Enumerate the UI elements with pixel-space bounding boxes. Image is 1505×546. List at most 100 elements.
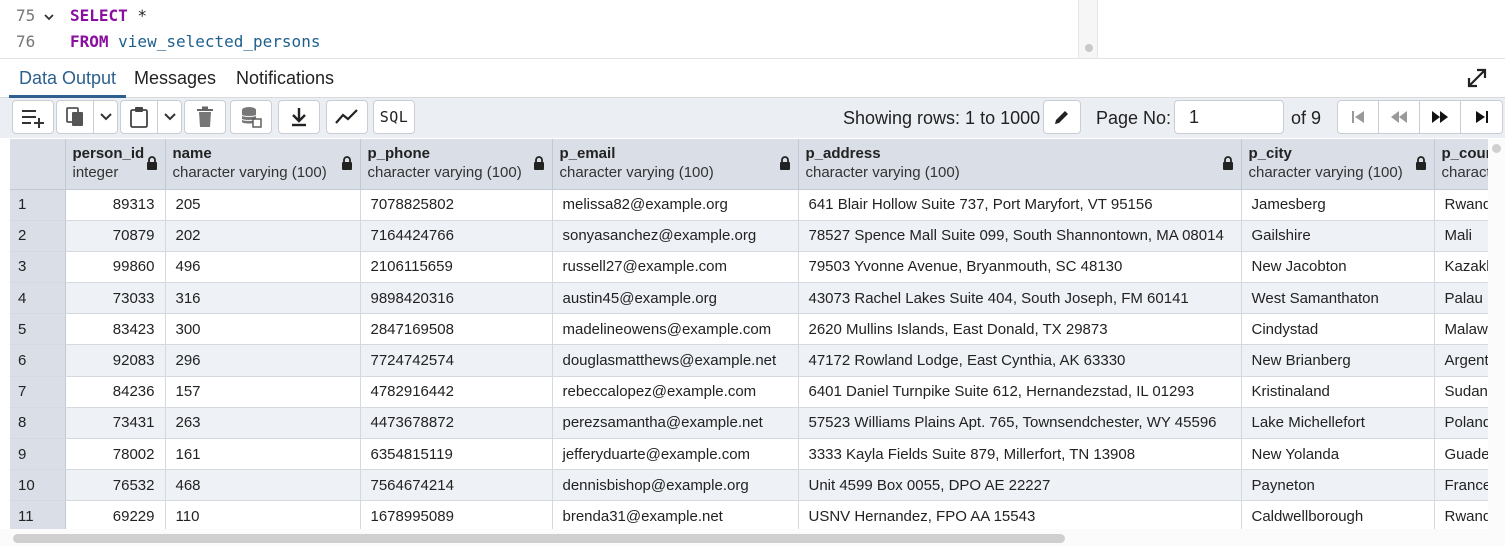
table-cell[interactable]: 2106115659 xyxy=(360,251,553,284)
table-cell[interactable]: 2847169508 xyxy=(360,313,553,346)
column-header[interactable]: p_email character varying (100) xyxy=(552,139,799,190)
table-row[interactable]: 6 92083 296 7724742574 douglasmatthews@examp… xyxy=(10,344,1488,377)
row-number[interactable]: 4 xyxy=(10,282,66,315)
table-cell[interactable]: New Brianberg xyxy=(1241,344,1435,377)
table-cell[interactable]: 9898420316 xyxy=(360,282,553,315)
copy-options-dropdown[interactable] xyxy=(94,100,118,134)
table-cell[interactable]: perezsamantha@example.net xyxy=(552,407,799,440)
table-cell[interactable]: New Jacobton xyxy=(1241,251,1435,284)
table-cell[interactable]: 79503 Yvonne Avenue, Bryanmouth, SC 4813… xyxy=(798,251,1242,284)
tab-data-output[interactable]: Data Output xyxy=(9,59,127,98)
add-row-button[interactable] xyxy=(12,100,54,134)
table-cell[interactable]: 468 xyxy=(165,469,361,502)
table-cell[interactable]: 7724742574 xyxy=(360,344,553,377)
fold-chevron-icon[interactable] xyxy=(44,10,54,24)
table-cell[interactable]: Lake Michellefort xyxy=(1241,407,1435,440)
table-row[interactable]: 7 84236 157 4782916442 rebeccalopez@example.… xyxy=(10,376,1488,408)
table-cell[interactable]: 4782916442 xyxy=(360,376,553,408)
column-header[interactable]: p_phone character varying (100) xyxy=(360,139,553,190)
table-cell[interactable]: 43073 Rachel Lakes Suite 404, South Jose… xyxy=(798,282,1242,315)
table-cell[interactable]: 300 xyxy=(165,313,361,346)
table-cell[interactable]: 296 xyxy=(165,344,361,377)
sql-button[interactable]: SQL xyxy=(373,100,415,134)
grid-vertical-scrollbar[interactable] xyxy=(1488,139,1505,529)
tab-notifications[interactable]: Notifications xyxy=(226,59,344,98)
table-cell[interactable]: Sudan xyxy=(1434,376,1488,408)
row-number[interactable]: 2 xyxy=(10,220,66,252)
row-number[interactable]: 1 xyxy=(10,189,66,221)
table-cell[interactable]: 2620 Mullins Islands, East Donald, TX 29… xyxy=(798,313,1242,346)
table-row[interactable]: 5 83423 300 2847169508 madelineowens@example… xyxy=(10,313,1488,346)
table-cell[interactable]: austin45@example.org xyxy=(552,282,799,315)
table-row[interactable]: 8 73431 263 4473678872 perezsamantha@example… xyxy=(10,407,1488,440)
table-row[interactable]: 10 76532 468 7564674214 dennisbishop@example… xyxy=(10,469,1488,502)
save-data-button[interactable] xyxy=(230,100,272,134)
table-cell[interactable]: France xyxy=(1434,469,1488,502)
table-cell[interactable]: 89313 xyxy=(65,189,166,221)
table-cell[interactable]: 92083 xyxy=(65,344,166,377)
table-cell[interactable]: 7164424766 xyxy=(360,220,553,252)
table-cell[interactable]: russell27@example.com xyxy=(552,251,799,284)
table-cell[interactable]: 496 xyxy=(165,251,361,284)
editor-scrollbar[interactable] xyxy=(1078,0,1098,58)
column-header[interactable]: person_id integer xyxy=(65,139,166,190)
table-cell[interactable]: Caldwellborough xyxy=(1241,500,1435,529)
table-row[interactable]: 3 99860 496 2106115659 russell27@example.com… xyxy=(10,251,1488,284)
table-cell[interactable]: Guadeloupe xyxy=(1434,438,1488,471)
previous-page-button[interactable] xyxy=(1379,100,1420,134)
table-cell[interactable]: 3333 Kayla Fields Suite 879, Millerfort,… xyxy=(798,438,1242,471)
table-cell[interactable]: USNV Hernandez, FPO AA 15543 xyxy=(798,500,1242,529)
next-page-button[interactable] xyxy=(1420,100,1461,134)
table-cell[interactable]: West Samanthaton xyxy=(1241,282,1435,315)
table-cell[interactable]: jefferyduarte@example.com xyxy=(552,438,799,471)
table-cell[interactable]: 73033 xyxy=(65,282,166,315)
scroll-thumb[interactable] xyxy=(13,534,1065,543)
tab-messages[interactable]: Messages xyxy=(124,59,226,98)
table-cell[interactable]: 1678995089 xyxy=(360,500,553,529)
first-page-button[interactable] xyxy=(1337,100,1379,134)
table-cell[interactable]: douglasmatthews@example.net xyxy=(552,344,799,377)
table-cell[interactable]: madelineowens@example.com xyxy=(552,313,799,346)
table-cell[interactable]: 47172 Rowland Lodge, East Cynthia, AK 63… xyxy=(798,344,1242,377)
row-number[interactable]: 10 xyxy=(10,469,66,502)
graph-visualiser-button[interactable] xyxy=(326,100,368,134)
column-header[interactable]: p_country character varying (100) xyxy=(1434,139,1488,190)
table-cell[interactable]: Unit 4599 Box 0055, DPO AE 22227 xyxy=(798,469,1242,502)
table-cell[interactable]: 83423 xyxy=(65,313,166,346)
data-grid[interactable]: person_id integer name character varying (1… xyxy=(10,139,1488,529)
table-cell[interactable]: 202 xyxy=(165,220,361,252)
table-cell[interactable]: Jamesberg xyxy=(1241,189,1435,221)
row-number[interactable]: 6 xyxy=(10,344,66,377)
table-cell[interactable]: 7564674214 xyxy=(360,469,553,502)
row-number[interactable]: 7 xyxy=(10,376,66,408)
table-cell[interactable]: 78002 xyxy=(65,438,166,471)
table-cell[interactable]: 641 Blair Hollow Suite 737, Port Maryfor… xyxy=(798,189,1242,221)
row-number[interactable]: 3 xyxy=(10,251,66,284)
table-cell[interactable]: Argentina xyxy=(1434,344,1488,377)
table-cell[interactable]: Kazakhstan xyxy=(1434,251,1488,284)
page-number-input[interactable]: 1 xyxy=(1174,100,1284,134)
table-cell[interactable]: Rwanda xyxy=(1434,189,1488,221)
row-number[interactable]: 11 xyxy=(10,500,66,529)
table-cell[interactable]: 6401 Daniel Turnpike Suite 612, Hernande… xyxy=(798,376,1242,408)
table-cell[interactable]: 4473678872 xyxy=(360,407,553,440)
table-cell[interactable]: Cindystad xyxy=(1241,313,1435,346)
paste-options-dropdown[interactable] xyxy=(158,100,182,134)
table-cell[interactable]: Malawi xyxy=(1434,313,1488,346)
table-cell[interactable]: 70879 xyxy=(65,220,166,252)
table-cell[interactable]: sonyasanchez@example.org xyxy=(552,220,799,252)
column-header[interactable]: p_address character varying (100) xyxy=(798,139,1242,190)
table-cell[interactable]: 7078825802 xyxy=(360,189,553,221)
table-cell[interactable]: 161 xyxy=(165,438,361,471)
table-cell[interactable]: 157 xyxy=(165,376,361,408)
table-cell[interactable]: melissa82@example.org xyxy=(552,189,799,221)
last-page-button[interactable] xyxy=(1461,100,1503,134)
table-cell[interactable]: dennisbishop@example.org xyxy=(552,469,799,502)
column-header[interactable]: p_city character varying (100) xyxy=(1241,139,1435,190)
expand-icon[interactable] xyxy=(1466,67,1490,91)
table-row[interactable]: 1 89313 205 7078825802 melissa82@example.org… xyxy=(10,189,1488,221)
edit-rows-button[interactable] xyxy=(1043,100,1081,134)
table-cell[interactable]: 69229 xyxy=(65,500,166,529)
copy-button[interactable] xyxy=(56,100,94,134)
table-row[interactable]: 11 69229 110 1678995089 brenda31@example.net… xyxy=(10,500,1488,529)
